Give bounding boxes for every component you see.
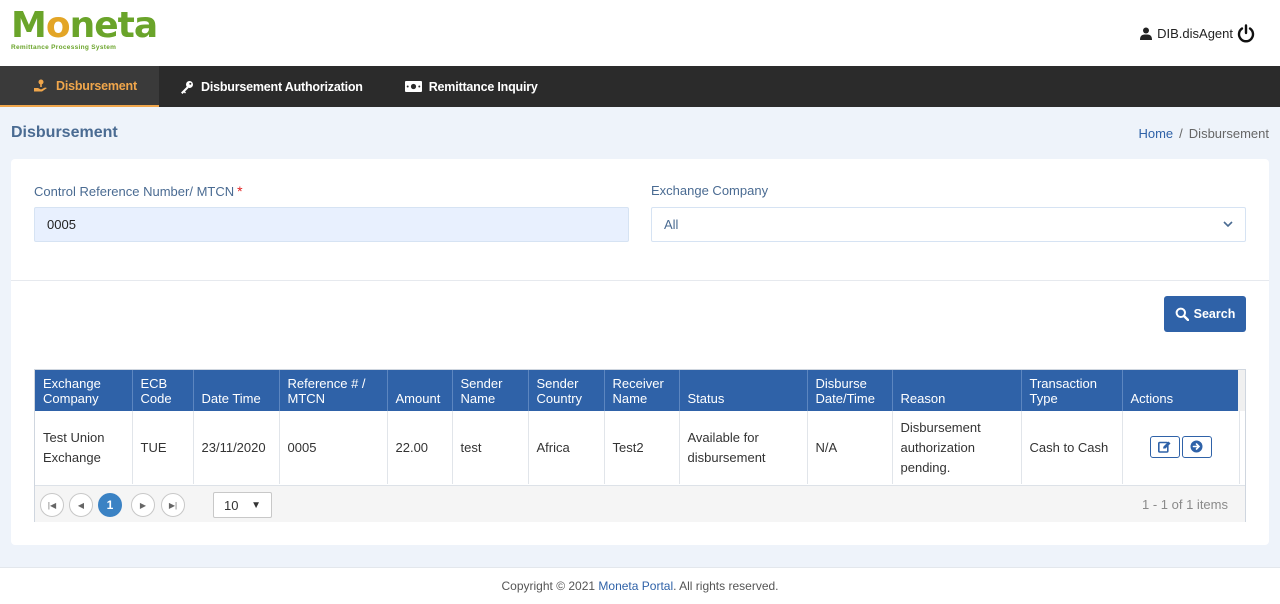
prev-page-button[interactable]: ◀ <box>69 493 93 517</box>
col-actions: Actions <box>1122 370 1240 411</box>
col-receiver-name[interactable]: Receiver Name <box>604 370 680 411</box>
edit-button[interactable] <box>1149 436 1180 459</box>
user-menu[interactable]: DIB.disAgent <box>1140 26 1233 41</box>
table-row[interactable]: Test Union Exchange TUE 23/11/2020 0005 … <box>35 411 1240 484</box>
next-page-icon: ▶ <box>139 500 147 510</box>
breadcrumb-home-link[interactable]: Home <box>1138 126 1173 141</box>
user-name: DIB.disAgent <box>1157 26 1233 41</box>
table-header-row: Exchange Company ECB Code Date Time Refe… <box>35 370 1240 411</box>
cell-amount: 22.00 <box>387 411 453 484</box>
col-reason[interactable]: Reason <box>892 370 1022 411</box>
cell-receiver-name: Test2 <box>604 411 680 484</box>
ref-number-label-text: Control Reference Number/ MTCN <box>34 184 235 199</box>
footer: Copyright © 2021 Moneta Portal. All righ… <box>0 567 1280 604</box>
breadcrumb-separator: / <box>1179 126 1183 141</box>
last-page-button[interactable]: ▶| <box>161 493 185 517</box>
col-amount[interactable]: Amount <box>387 370 453 411</box>
footer-suffix: . All rights reserved. <box>673 579 779 593</box>
edit-icon <box>1158 441 1171 454</box>
col-reference-mtcn[interactable]: Reference # / MTCN <box>279 370 388 411</box>
cell-actions <box>1122 411 1240 484</box>
col-sender-country[interactable]: Sender Country <box>528 370 605 411</box>
search-card: Control Reference Number/ MTCN * 0005 Exc… <box>11 159 1269 545</box>
page-size-value: 10 <box>224 497 239 513</box>
page-size-select[interactable]: 10 ▼ <box>213 492 272 518</box>
exchange-company-value: All <box>664 217 679 232</box>
section-divider <box>11 280 1269 281</box>
caret-down-icon: ▼ <box>251 499 261 511</box>
key-icon <box>181 80 193 94</box>
nav-label: Remittance Inquiry <box>428 79 538 94</box>
col-exchange-company[interactable]: Exchange Company <box>35 370 133 411</box>
grid-scrollbar-gutter <box>1238 370 1245 411</box>
footer-copyright: Copyright © 2021 <box>501 579 596 593</box>
ref-number-label: Control Reference Number/ MTCN * <box>34 183 243 199</box>
breadcrumb: Home / Disbursement <box>1138 126 1269 141</box>
col-status[interactable]: Status <box>679 370 808 411</box>
nav-remittance-inquiry[interactable]: Remittance Inquiry <box>384 66 559 107</box>
cell-ecb-code: TUE <box>132 411 194 484</box>
breadcrumb-current: Disbursement <box>1188 126 1269 141</box>
hand-coin-icon <box>34 79 47 92</box>
search-button-label: Search <box>1193 307 1236 321</box>
results-table: Exchange Company ECB Code Date Time Refe… <box>35 370 1240 484</box>
exchange-company-label: Exchange Company <box>651 183 769 198</box>
col-ecb-code[interactable]: ECB Code <box>132 370 194 411</box>
chevron-down-icon <box>1223 221 1233 228</box>
cell-reference-mtcn: 0005 <box>279 411 388 484</box>
logo-letter-o: o <box>45 5 71 46</box>
power-icon[interactable] <box>1236 24 1256 44</box>
col-sender-name[interactable]: Sender Name <box>452 370 529 411</box>
logo-wordmark: Mo neta <box>11 5 158 46</box>
user-icon <box>1140 27 1153 40</box>
cell-exchange-company: Test Union Exchange <box>35 411 133 484</box>
nav-label: Disbursement Authorization <box>201 79 363 94</box>
last-page-icon: ▶| <box>168 500 178 510</box>
col-date-time[interactable]: Date Time <box>193 370 280 411</box>
nav-label: Disbursement <box>56 78 137 93</box>
proceed-button[interactable] <box>1181 435 1212 458</box>
logo-letters-rest: neta <box>69 5 159 46</box>
col-transaction-type[interactable]: Transaction Type <box>1021 370 1123 411</box>
pager-info: 1 - 1 of 1 items <box>1142 497 1228 512</box>
top-header: Mo neta Remittance Processing System DIB.… <box>0 0 1280 66</box>
cell-disburse-date-time: N/A <box>807 411 893 484</box>
grid-pager: |◀ ◀ 1 ▶ ▶| 10 ▼ 1 - 1 of 1 items <box>35 485 1245 522</box>
cell-transaction-type: Cash to Cash <box>1021 411 1123 484</box>
first-page-icon: |◀ <box>47 500 57 510</box>
col-disburse-date-time[interactable]: Disburse Date/Time <box>807 370 893 411</box>
page-number-button[interactable]: 1 <box>98 493 122 517</box>
arrow-circle-right-icon <box>1190 440 1203 453</box>
prev-page-icon: ◀ <box>77 500 85 510</box>
logo-letter-m: M <box>11 5 47 46</box>
moneta-logo[interactable]: Mo neta Remittance Processing System <box>11 5 158 52</box>
results-grid: Exchange Company ECB Code Date Time Refe… <box>34 369 1246 522</box>
first-page-button[interactable]: |◀ <box>40 493 64 517</box>
search-icon <box>1175 307 1189 321</box>
cell-status: Available for disbursement <box>679 411 808 484</box>
cell-date-time: 23/11/2020 <box>193 411 280 484</box>
ref-number-input[interactable]: 0005 <box>34 207 629 242</box>
ref-number-value: 0005 <box>47 217 76 232</box>
cell-sender-country: Africa <box>528 411 605 484</box>
cell-reason: Disbursement authorization pending. <box>892 411 1022 484</box>
nav-disbursement[interactable]: Disbursement <box>0 66 159 107</box>
money-icon <box>404 81 422 92</box>
nav-disbursement-authorization[interactable]: Disbursement Authorization <box>159 66 384 107</box>
footer-brand-link[interactable]: Moneta Portal <box>598 579 673 593</box>
main-nav: Disbursement Disbursement Authorization … <box>0 66 1280 107</box>
required-marker: * <box>237 183 243 199</box>
page-title: Disbursement <box>11 124 118 141</box>
search-button[interactable]: Search <box>1164 296 1246 332</box>
next-page-button[interactable]: ▶ <box>131 493 155 517</box>
cell-sender-name: test <box>452 411 529 484</box>
exchange-company-select[interactable]: All <box>651 207 1246 242</box>
